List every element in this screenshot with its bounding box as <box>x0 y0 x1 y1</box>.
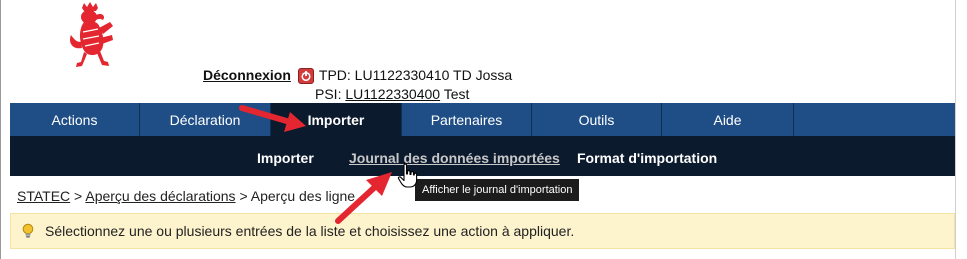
main-nav: Actions Déclaration Importer Partenaires… <box>10 103 955 136</box>
hand-pointer-icon <box>397 163 418 188</box>
tab-aide[interactable]: Aide <box>662 103 794 136</box>
breadcrumb-separator: > <box>239 188 248 204</box>
info-alert: Sélectionnez une ou plusieurs entrées de… <box>10 213 955 249</box>
red-lion-crest-icon <box>70 2 113 67</box>
red-arrow-icon <box>239 105 306 132</box>
sub-nav: Importer Journal des données importées F… <box>10 136 955 176</box>
tab-partenaires[interactable]: Partenaires <box>402 103 532 136</box>
lightbulb-icon <box>22 223 34 238</box>
subnav-importer[interactable]: Importer <box>257 150 314 166</box>
subnav-format[interactable]: Format d'importation <box>577 150 717 166</box>
red-arrow-icon <box>335 172 392 224</box>
subnav-journal[interactable]: Journal des données importées <box>349 150 560 166</box>
breadcrumb-separator: > <box>74 188 83 204</box>
left-border <box>0 0 1 259</box>
power-icon[interactable] <box>297 67 314 84</box>
breadcrumb-statec[interactable]: STATEC <box>17 188 70 204</box>
psi-prefix: PSI: <box>315 86 342 102</box>
tooltip: Afficher le journal d'importation <box>415 179 580 201</box>
tab-actions[interactable]: Actions <box>10 103 140 136</box>
psi-name: Test <box>443 86 470 102</box>
breadcrumb-declarations[interactable]: Aperçu des déclarations <box>85 188 235 204</box>
breadcrumb: STATEC > Aperçu des déclarations > Aperç… <box>17 188 355 204</box>
logout-link[interactable]: Déconnexion <box>203 66 291 85</box>
alert-text: Sélectionnez une ou plusieurs entrées de… <box>45 223 575 239</box>
right-border <box>955 0 956 259</box>
psi-code-link[interactable]: LU1122330400 <box>345 86 440 102</box>
tpd-line: TPD: LU1122330410 TD Jossa <box>318 67 513 83</box>
tab-outils[interactable]: Outils <box>532 103 662 136</box>
